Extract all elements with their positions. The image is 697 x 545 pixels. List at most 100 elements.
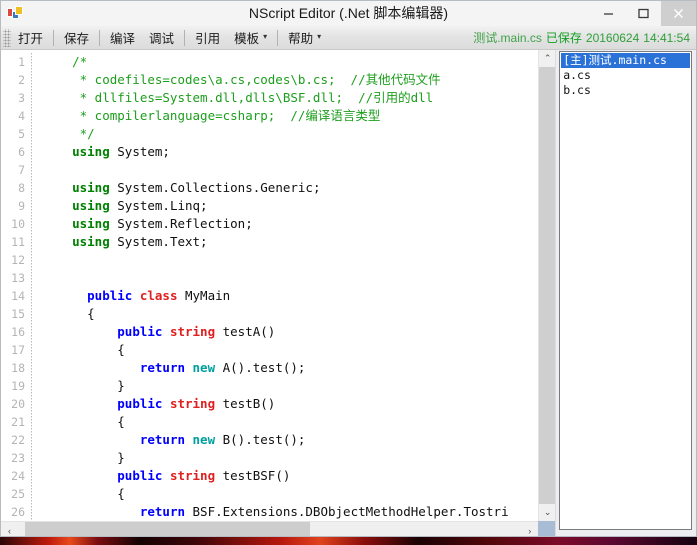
code-line[interactable]: 5 */ <box>1 125 538 143</box>
horizontal-scroll-thumb[interactable] <box>25 522 310 536</box>
editor-horizontal-scrollbar[interactable]: ‹ › <box>1 521 539 536</box>
file-list-item-2[interactable]: b.cs <box>561 83 690 98</box>
code-token: return <box>139 432 185 447</box>
toolbar-button-5[interactable]: 调试 <box>142 26 181 50</box>
code-token: testB() <box>215 396 276 411</box>
code-line[interactable]: 13 <box>1 269 538 287</box>
code-line-text[interactable] <box>32 161 42 179</box>
code-line[interactable]: 9 using System.Linq; <box>1 197 538 215</box>
maximize-button[interactable] <box>626 1 661 26</box>
code-line-text[interactable]: * compilerlanguage=csharp; //编译语言类型 <box>32 107 381 125</box>
scroll-left-arrow-icon[interactable]: ‹ <box>1 522 18 536</box>
code-scroll-viewport[interactable]: 1 /* 2 * codefiles=codes\a.cs,codes\b.cs;… <box>1 50 539 521</box>
code-line-text[interactable]: return BSF.Extensions.DBObjectMethodHelp… <box>32 503 509 521</box>
code-token: A().test(); <box>215 360 306 375</box>
toolbar-button-2[interactable]: 保存 <box>57 26 96 50</box>
code-line-text[interactable]: * codefiles=codes\a.cs,codes\b.cs; //其他代… <box>32 71 441 89</box>
code-line[interactable]: 23 } <box>1 449 538 467</box>
code-token: System.Text; <box>109 234 208 249</box>
code-line-text[interactable]: using System; <box>32 143 170 161</box>
code-line-text[interactable]: using System.Reflection; <box>32 215 253 233</box>
code-token: public <box>117 324 163 339</box>
code-line[interactable]: 16 public string testA() <box>1 323 538 341</box>
vertical-scroll-track[interactable] <box>539 67 556 504</box>
code-line-text[interactable]: public string testA() <box>32 323 275 341</box>
line-number: 25 <box>11 487 25 501</box>
toolbar-drag-grip[interactable] <box>3 28 11 47</box>
code-line-text[interactable]: using System.Text; <box>32 233 208 251</box>
code-line-text[interactable] <box>32 251 42 269</box>
code-line[interactable]: 15 { <box>1 305 538 323</box>
code-line[interactable]: 25 { <box>1 485 538 503</box>
status-time: 14:41:54 <box>643 31 690 45</box>
code-line-text[interactable]: { <box>32 413 125 431</box>
code-line-text[interactable]: public string testB() <box>32 395 275 413</box>
code-line-text[interactable]: * dllfiles=System.dll,dlls\BSF.dll; //引用… <box>32 89 434 107</box>
code-line-text[interactable]: } <box>32 449 125 467</box>
toolbar-button-4[interactable]: 编译 <box>103 26 142 50</box>
code-line-text[interactable]: { <box>32 341 125 359</box>
code-line[interactable]: 18 return new A().test(); <box>1 359 538 377</box>
toolbar-button-7[interactable]: 引用 <box>188 26 227 50</box>
toolbar-button-10[interactable]: 帮助 ▾ <box>281 26 328 50</box>
file-list[interactable]: [主]测试.main.cs a.cs b.cs <box>559 51 692 530</box>
scroll-up-arrow-icon[interactable]: ⌃ <box>539 50 556 67</box>
code-line[interactable]: 24 public string testBSF() <box>1 467 538 485</box>
code-line-text[interactable]: public string testBSF() <box>32 467 290 485</box>
code-line[interactable]: 17 { <box>1 341 538 359</box>
code-line[interactable]: 10 using System.Reflection; <box>1 215 538 233</box>
code-editor-pane[interactable]: 1 /* 2 * codefiles=codes\a.cs,codes\b.cs;… <box>1 50 557 536</box>
close-button[interactable] <box>661 1 696 26</box>
code-token: testBSF() <box>215 468 291 483</box>
minimize-button[interactable] <box>591 1 626 26</box>
code-line[interactable]: 22 return new B().test(); <box>1 431 538 449</box>
code-token: System.Linq; <box>109 198 208 213</box>
code-line[interactable]: 14 public class MyMain <box>1 287 538 305</box>
file-list-item-1[interactable]: a.cs <box>561 68 690 83</box>
scroll-down-arrow-icon[interactable]: ⌄ <box>539 504 556 521</box>
code-line[interactable]: 8 using System.Collections.Generic; <box>1 179 538 197</box>
chevron-down-icon[interactable]: ▾ <box>317 33 321 41</box>
chevron-down-icon[interactable]: ▾ <box>263 33 267 41</box>
code-line-text[interactable] <box>32 269 42 287</box>
code-line[interactable]: 6 using System; <box>1 143 538 161</box>
horizontal-scroll-track[interactable] <box>18 522 522 536</box>
code-lines[interactable]: 1 /* 2 * codefiles=codes\a.cs,codes\b.cs;… <box>1 53 538 521</box>
code-line[interactable]: 3 * dllfiles=System.dll,dlls\BSF.dll; //… <box>1 89 538 107</box>
code-line[interactable]: 12 <box>1 251 538 269</box>
code-line-text[interactable]: { <box>32 305 95 323</box>
code-line-text[interactable]: return new B().test(); <box>32 431 306 449</box>
code-token: using <box>72 144 110 159</box>
code-token: MyMain <box>177 288 231 303</box>
code-line[interactable]: 2 * codefiles=codes\a.cs,codes\b.cs; //其… <box>1 71 538 89</box>
code-line[interactable]: 26 return BSF.Extensions.DBObjectMethodH… <box>1 503 538 521</box>
code-line[interactable]: 1 /* <box>1 53 538 71</box>
code-line-text[interactable]: using System.Linq; <box>32 197 208 215</box>
code-token: * compilerlanguage=csharp; //编译语言类型 <box>42 108 381 123</box>
code-line[interactable]: 4 * compilerlanguage=csharp; //编译语言类型 <box>1 107 538 125</box>
code-line[interactable]: 20 public string testB() <box>1 395 538 413</box>
code-line-text[interactable]: */ <box>32 125 95 143</box>
toolbar-button-8[interactable]: 模板 ▾ <box>227 26 274 50</box>
main-body: 1 /* 2 * codefiles=codes\a.cs,codes\b.cs;… <box>1 50 696 536</box>
editor-vertical-scrollbar[interactable]: ⌃ ⌄ <box>538 50 556 521</box>
code-line[interactable]: 7 <box>1 161 538 179</box>
code-line-text[interactable]: using System.Collections.Generic; <box>32 179 320 197</box>
code-line[interactable]: 11 using System.Text; <box>1 233 538 251</box>
code-line-text[interactable]: } <box>32 377 125 395</box>
code-line[interactable]: 21 { <box>1 413 538 431</box>
code-line-text[interactable]: public class MyMain <box>32 287 230 305</box>
toolbar-items: 打开 保存 编译 调试 引用 模板 ▾ 帮助 ▾ <box>11 26 328 50</box>
code-line-text[interactable]: { <box>32 485 125 503</box>
toolbar-button-0[interactable]: 打开 <box>11 26 50 50</box>
code-token: * codefiles=codes\a.cs,codes\b.cs; //其他代… <box>42 72 441 87</box>
code-line-text[interactable]: return new A().test(); <box>32 359 306 377</box>
code-line[interactable]: 19 } <box>1 377 538 395</box>
scroll-right-arrow-icon[interactable]: › <box>521 522 539 536</box>
file-list-item-0[interactable]: [主]测试.main.cs <box>561 53 690 68</box>
code-line-text[interactable]: /* <box>32 53 87 71</box>
